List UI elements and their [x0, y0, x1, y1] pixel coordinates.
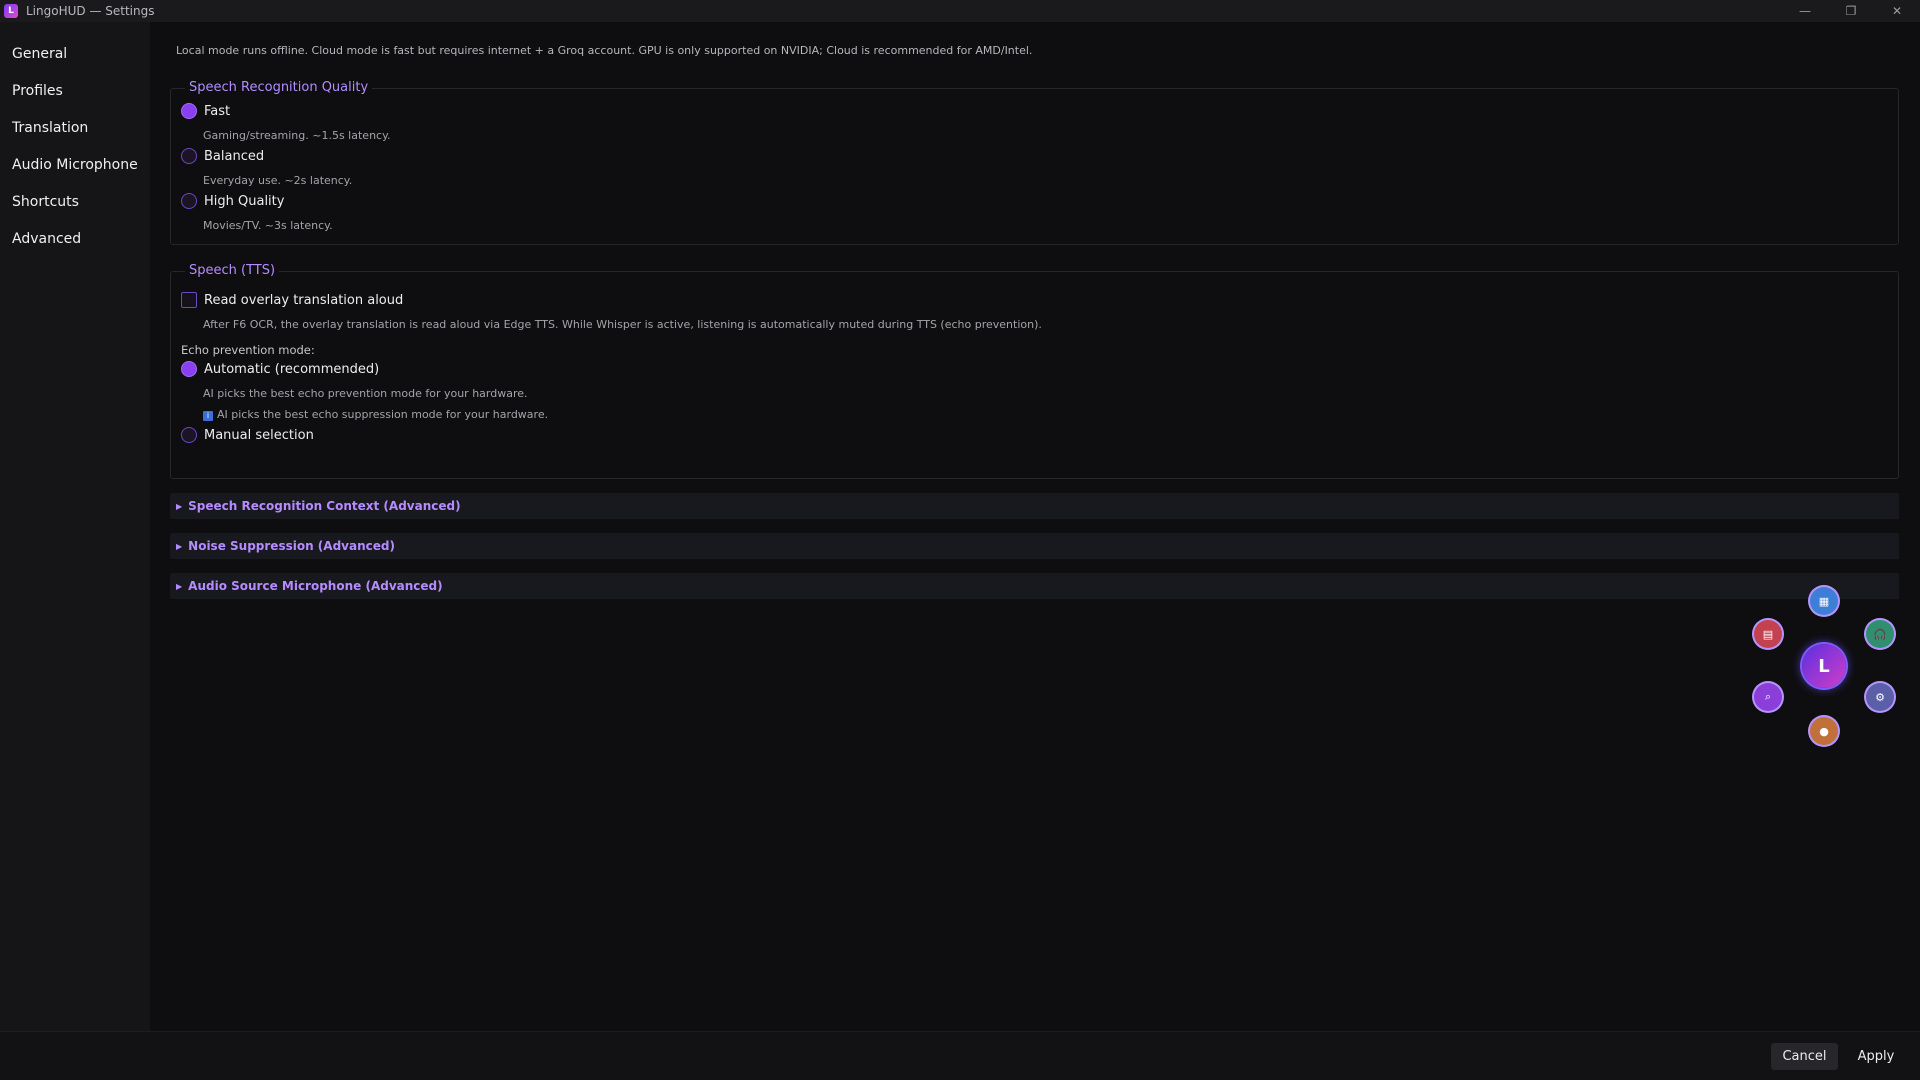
search-glyph: ⌕: [1764, 690, 1772, 703]
profile-icon[interactable]: ●: [1810, 717, 1838, 745]
high-quality-hint: Movies/TV. ~3s latency.: [203, 219, 333, 232]
title-bar: L LingoHUD — Settings — ❐ ✕: [0, 0, 1920, 22]
clipboard-icon[interactable]: ▤: [1754, 620, 1782, 648]
image-icon[interactable]: ▦: [1810, 587, 1838, 615]
automatic-info-text: AI picks the best echo suppression mode …: [217, 408, 549, 421]
radio-fast[interactable]: [181, 103, 197, 119]
quality-option-fast[interactable]: Fast: [181, 103, 230, 119]
expand-arrow-icon: ▶: [176, 581, 183, 591]
section-speech-context-label: Speech Recognition Context (Advanced): [188, 499, 461, 513]
search-icon[interactable]: ⌕: [1754, 683, 1782, 711]
quality-option-balanced[interactable]: Balanced: [181, 148, 264, 164]
window-controls: — ❐ ✕: [1782, 0, 1920, 22]
profile-glyph: ●: [1819, 724, 1829, 738]
read-aloud-hint: After F6 OCR, the overlay translation is…: [203, 318, 1042, 331]
read-aloud-label: Read overlay translation aloud: [204, 292, 404, 308]
radio-automatic-label: Automatic (recommended): [204, 361, 380, 377]
read-aloud-option[interactable]: Read overlay translation aloud: [181, 292, 403, 308]
headphones-glyph: 🎧: [1873, 627, 1887, 641]
section-audio-source-label: Audio Source Microphone (Advanced): [188, 579, 443, 593]
radio-high-quality[interactable]: [181, 193, 197, 209]
expand-arrow-icon: ▶: [176, 501, 183, 511]
clipboard-glyph: ▤: [1762, 627, 1774, 641]
fast-hint: Gaming/streaming. ~1.5s latency.: [203, 129, 391, 142]
sidebar-item-profiles[interactable]: Profiles: [0, 72, 150, 109]
mode-info-text: Local mode runs offline. Cloud mode is f…: [176, 44, 1033, 57]
section-noise-suppression-label: Noise Suppression (Advanced): [188, 539, 395, 553]
app-center-orb[interactable]: L: [1802, 644, 1846, 688]
window-title: LingoHUD — Settings: [26, 4, 155, 18]
radio-fast-label: Fast: [204, 103, 231, 119]
section-audio-source[interactable]: ▶ Audio Source Microphone (Advanced): [170, 573, 1899, 599]
close-button[interactable]: ✕: [1874, 0, 1920, 22]
minimize-button[interactable]: —: [1782, 0, 1828, 22]
speech-tts-title: Speech (TTS): [185, 263, 280, 278]
radio-manual[interactable]: [181, 427, 197, 443]
echo-option-manual[interactable]: Manual selection: [181, 427, 314, 443]
automatic-info: i AI picks the best echo suppression mode…: [203, 408, 548, 421]
echo-mode-label: Echo prevention mode:: [181, 343, 315, 357]
section-noise-suppression[interactable]: ▶ Noise Suppression (Advanced): [170, 533, 1899, 559]
radio-manual-label: Manual selection: [204, 427, 314, 443]
read-aloud-checkbox[interactable]: [181, 292, 197, 308]
restore-button[interactable]: ❐: [1828, 0, 1874, 22]
settings-glyph: ⚙: [1875, 690, 1885, 704]
apply-button[interactable]: Apply: [1846, 1043, 1906, 1070]
cancel-button[interactable]: Cancel: [1771, 1043, 1838, 1070]
radio-high-quality-label: High Quality: [204, 193, 285, 209]
sidebar: General Profiles Translation Audio Micro…: [0, 22, 150, 1031]
quality-option-high[interactable]: High Quality: [181, 193, 284, 209]
section-speech-context[interactable]: ▶ Speech Recognition Context (Advanced): [170, 493, 1899, 519]
expand-arrow-icon: ▶: [176, 541, 183, 551]
speech-quality-title: Speech Recognition Quality: [185, 80, 373, 95]
app-logo-icon: L: [4, 4, 18, 18]
image-glyph: ▦: [1818, 594, 1830, 608]
automatic-hint: AI picks the best echo prevention mode f…: [203, 387, 528, 400]
info-icon: i: [203, 411, 213, 421]
center-logo-icon: L: [1818, 655, 1830, 677]
sidebar-item-translation[interactable]: Translation: [0, 109, 150, 146]
settings-icon[interactable]: ⚙: [1866, 683, 1894, 711]
sidebar-item-shortcuts[interactable]: Shortcuts: [0, 183, 150, 220]
sidebar-item-general[interactable]: General: [0, 35, 150, 72]
radio-balanced-label: Balanced: [204, 148, 265, 164]
sidebar-item-audio-microphone[interactable]: Audio Microphone: [0, 146, 150, 183]
settings-content: Local mode runs offline. Cloud mode is f…: [150, 22, 1920, 1031]
echo-option-automatic[interactable]: Automatic (recommended): [181, 361, 379, 377]
sidebar-item-advanced[interactable]: Advanced: [0, 220, 150, 257]
radio-balanced[interactable]: [181, 148, 197, 164]
headphones-icon[interactable]: 🎧: [1866, 620, 1894, 648]
speech-tts-group: Speech (TTS) Read overlay translation al…: [170, 263, 1899, 479]
footer-bar: Cancel Apply: [0, 1031, 1920, 1080]
radio-automatic[interactable]: [181, 361, 197, 377]
balanced-hint: Everyday use. ~2s latency.: [203, 174, 353, 187]
speech-quality-group: Speech Recognition Quality Fast Gaming/s…: [170, 80, 1899, 245]
